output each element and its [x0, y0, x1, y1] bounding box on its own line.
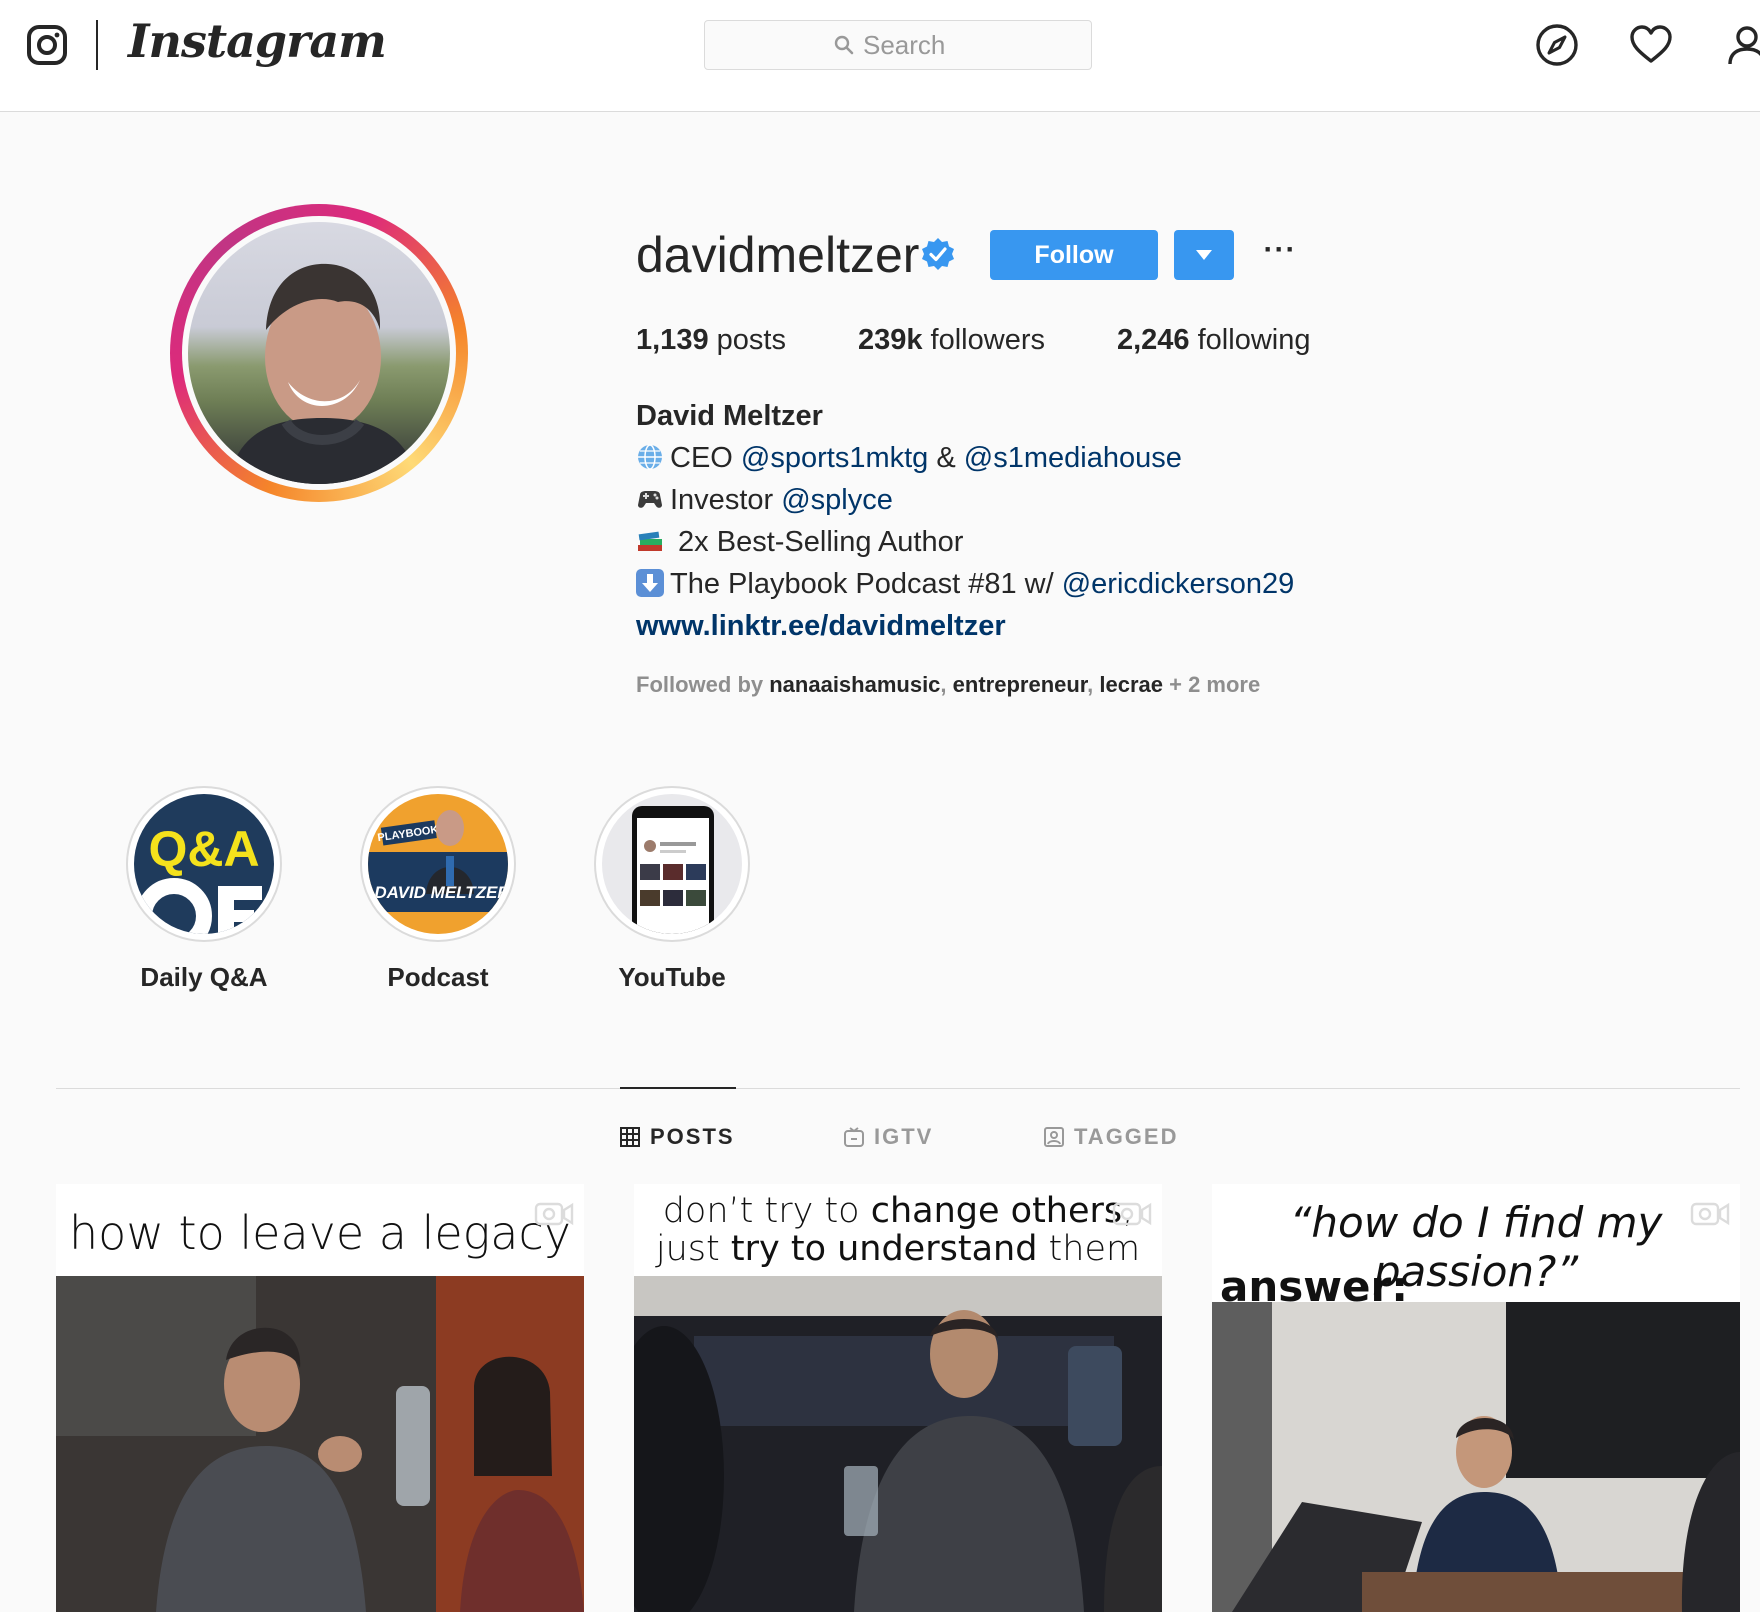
video-post-icon — [1690, 1202, 1730, 1226]
tabs-divider — [56, 1088, 1740, 1089]
profile-website-link[interactable]: www.linktr.ee/davidmeltzer — [636, 610, 1006, 643]
video-game-controller-emoji-icon — [638, 491, 662, 508]
active-tab-indicator — [620, 1087, 736, 1089]
suggested-accounts-dropdown-button[interactable] — [1174, 230, 1234, 280]
bio-line-ceo: CEO @sports1mktg & @s1mediahouse — [636, 442, 1182, 475]
search-icon — [834, 35, 854, 55]
post-thumbnail[interactable]: “how do I find my passion?” answer: — [1212, 1184, 1740, 1612]
profile-username: davidmeltzer — [636, 227, 920, 283]
avatar — [188, 222, 450, 484]
search-box[interactable] — [704, 20, 1092, 70]
highlight-label: Daily Q&A — [140, 962, 268, 992]
stat-followers[interactable]: 239k followers — [858, 324, 1045, 357]
post-thumbnail[interactable]: don’t try to change others, just try to … — [634, 1184, 1162, 1612]
followed-by-name[interactable]: lecrae — [1099, 672, 1163, 697]
post-photo — [634, 1276, 1162, 1612]
stat-posts: 1,139 posts — [636, 324, 786, 356]
highlight-cover-text: DAVID MELTZER — [374, 883, 508, 902]
highlight-podcast[interactable]: PLAYBOOK DAVID MELTZER Podcast — [360, 786, 516, 993]
highlight-cover-image — [602, 794, 742, 934]
mention-ericdickerson29[interactable]: @ericdickerson29 — [1062, 568, 1295, 600]
post-thumbnail[interactable]: how to leave a legacy — [56, 1184, 584, 1612]
highlight-daily-qa[interactable]: Q&A Daily Q&A — [126, 786, 282, 993]
followed-by-summary[interactable]: Followed by nanaaishamusic, entrepreneur… — [636, 672, 1260, 698]
search-input[interactable] — [863, 29, 963, 61]
post-photo — [1212, 1302, 1740, 1612]
follow-button[interactable]: Follow — [990, 230, 1158, 280]
activity-heart-icon[interactable] — [1628, 22, 1674, 68]
followed-by-name[interactable]: entrepreneur — [953, 672, 1088, 697]
mention-splyce[interactable]: @splyce — [781, 484, 893, 516]
profile-full-name: David Meltzer — [636, 400, 823, 432]
igtv-icon — [844, 1127, 864, 1147]
logo-separator — [96, 20, 98, 70]
explore-compass-icon[interactable] — [1534, 22, 1580, 68]
instagram-wordmark[interactable]: Instagram — [128, 14, 387, 68]
grid-icon — [620, 1127, 640, 1147]
globe-emoji-icon — [638, 444, 662, 470]
tab-posts[interactable]: POSTS — [620, 1124, 735, 1150]
highlight-cover-image: PLAYBOOK DAVID MELTZER — [368, 794, 508, 934]
top-navigation-bar: Instagram — [0, 0, 1760, 112]
verified-badge-icon — [922, 238, 954, 270]
post-caption: how to leave a legacy — [69, 1206, 571, 1260]
books-emoji-icon — [638, 531, 662, 551]
highlight-youtube[interactable]: YouTube — [594, 786, 750, 993]
bio-line-podcast: The Playbook Podcast #81 w/ @ericdickers… — [636, 568, 1294, 601]
bio-line-author: 2x Best-Selling Author — [636, 526, 963, 559]
mention-s1mediahouse[interactable]: @s1mediahouse — [964, 442, 1182, 474]
stat-following[interactable]: 2,246 following — [1117, 324, 1310, 357]
highlight-label: YouTube — [618, 962, 726, 992]
post-photo — [56, 1276, 584, 1612]
mention-sports1mktg[interactable]: @sports1mktg — [741, 442, 928, 474]
highlight-label: Podcast — [387, 962, 489, 992]
tab-tagged[interactable]: TAGGED — [1044, 1124, 1178, 1150]
highlight-cover-image: Q&A — [134, 794, 274, 934]
bio-line-investor: Investor @splyce — [636, 484, 893, 517]
avatar-portrait — [228, 263, 418, 484]
down-arrow-emoji-icon — [636, 569, 664, 597]
post-caption: don’t try to change others, just try to … — [655, 1191, 1141, 1269]
more-options-button[interactable]: ··· — [1262, 235, 1298, 272]
highlight-cover-text: Q&A — [148, 821, 259, 877]
tagged-user-icon — [1044, 1127, 1064, 1147]
profile-stats: 1,139 posts 239k followers 2,246 followi… — [636, 324, 1382, 357]
profile-user-icon[interactable] — [1724, 22, 1760, 68]
video-post-icon — [534, 1202, 574, 1226]
video-post-icon — [1112, 1202, 1152, 1226]
instagram-camera-icon[interactable] — [26, 24, 68, 66]
tab-igtv[interactable]: IGTV — [844, 1124, 933, 1150]
profile-avatar-story-ring[interactable] — [170, 204, 468, 502]
caret-down-icon — [1196, 250, 1212, 260]
followed-by-name[interactable]: nanaaishamusic — [769, 672, 940, 697]
